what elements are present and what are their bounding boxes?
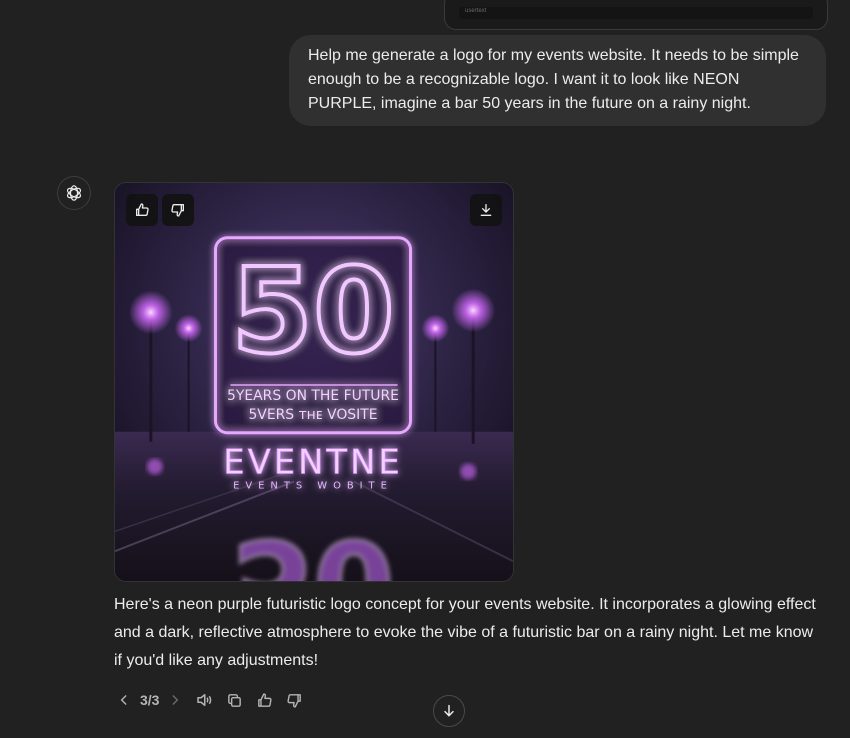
neon-line-2: 5VERS ᴛʜᴇ VOSITE	[248, 407, 377, 423]
user-message-bubble: Help me generate a logo for my events we…	[289, 35, 826, 126]
neon-reflection: 50	[230, 512, 396, 581]
copy-icon	[228, 693, 241, 707]
openai-logo-icon	[66, 185, 82, 201]
chevron-right-icon	[173, 695, 179, 705]
neon-sign: 50 5YEARS ON THE FUTURE 5VERS ᴛʜᴇ VOSITE…	[214, 236, 413, 491]
download-icon	[480, 204, 492, 216]
read-aloud-button[interactable]	[189, 691, 219, 709]
neon-tagline: EVENTS WOBITE	[233, 480, 393, 491]
previous-attachment-preview[interactable]: usertext	[444, 0, 828, 30]
bad-response-button[interactable]	[279, 692, 309, 709]
response-pager-label: 3/3	[140, 692, 160, 708]
next-response-button[interactable]	[165, 693, 185, 707]
attachment-bar: usertext	[459, 7, 813, 19]
neon-brand: EVENTNE	[223, 443, 402, 482]
assistant-response: Here's a neon purple futuristic logo con…	[114, 591, 819, 675]
arrow-down-icon	[444, 704, 454, 717]
thumbs-down-icon	[171, 204, 184, 217]
generated-image[interactable]: 50 5YEARS ON THE FUTURE 5VERS ᴛʜᴇ VOSITE…	[114, 182, 514, 582]
reflection-number: 50	[231, 513, 394, 581]
neon-line-1: 5YEARS ON THE FUTURE	[227, 388, 399, 404]
assistant-response-text: Here's a neon purple futuristic logo con…	[114, 596, 816, 669]
read-aloud-icon	[197, 694, 212, 706]
thumbs-down-icon	[287, 693, 301, 708]
image-dislike-button[interactable]	[162, 194, 194, 226]
good-response-button[interactable]	[249, 692, 279, 709]
attachment-caption: usertext	[465, 8, 487, 14]
scroll-to-bottom-button[interactable]	[433, 695, 465, 727]
message-action-bar: 3/3	[114, 687, 309, 713]
neon-big-number: 50	[231, 243, 394, 380]
chevron-left-icon	[120, 695, 127, 705]
copy-button[interactable]	[219, 692, 249, 709]
neon-logo-artwork: 50 5YEARS ON THE FUTURE 5VERS ᴛʜᴇ VOSITE…	[115, 183, 513, 581]
previous-response-button[interactable]	[114, 693, 134, 707]
image-like-button[interactable]	[126, 194, 158, 226]
thumbs-up-icon	[258, 692, 272, 707]
image-download-button[interactable]	[470, 194, 502, 226]
assistant-avatar	[57, 176, 91, 210]
thumbs-up-icon	[136, 203, 149, 216]
user-message-text: Help me generate a logo for my events we…	[308, 47, 799, 112]
